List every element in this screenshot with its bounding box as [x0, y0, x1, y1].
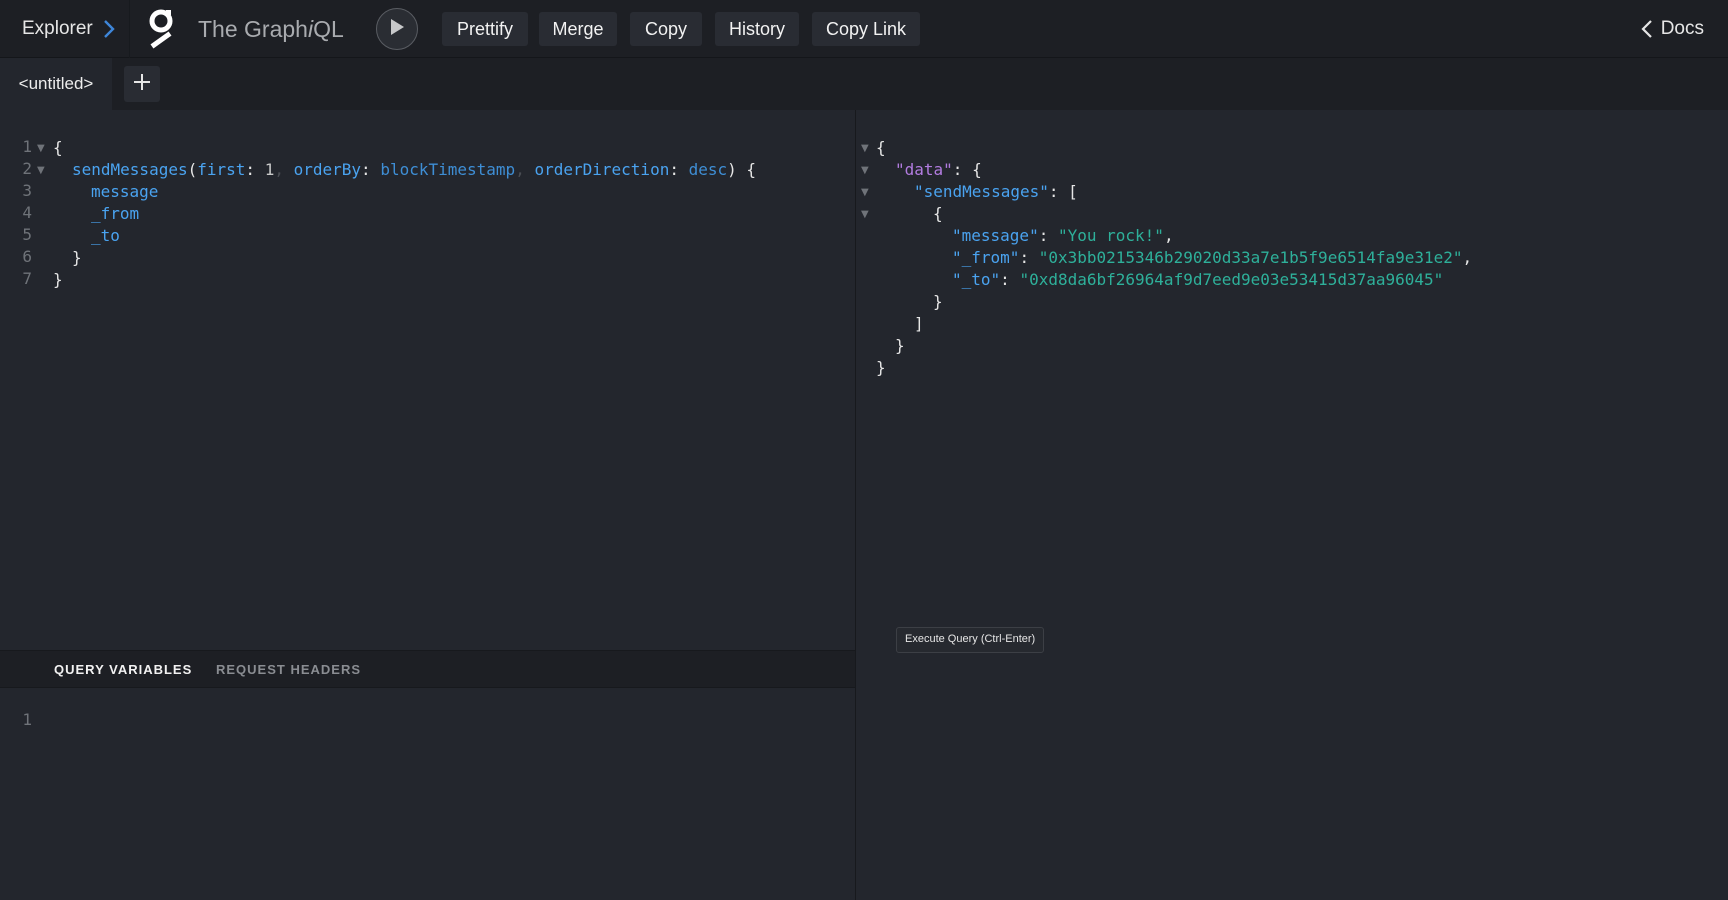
line-number: 1	[22, 137, 32, 156]
graph-logo-icon	[146, 7, 178, 49]
line-number: 6	[22, 247, 32, 266]
code-line: }	[895, 336, 905, 355]
query-editor[interactable]: 1 2 3 4 5 6 7 ▼ ▼ { sendMessages(first: …	[0, 110, 855, 650]
line-number: 4	[22, 203, 32, 222]
execute-query-button[interactable]	[376, 8, 418, 50]
code-line: ]	[914, 314, 924, 333]
chevron-right-icon	[103, 19, 115, 39]
line-number: 7	[22, 269, 32, 288]
line-number: 1	[22, 710, 32, 729]
line-number: 5	[22, 225, 32, 244]
code-line: }	[876, 358, 886, 377]
code-line: "_from": "0x3bb0215346b29020d33a7e1b5f9e…	[952, 248, 1473, 267]
fold-arrow-icon[interactable]: ▼	[861, 143, 869, 154]
code-line: "message": "You rock!",	[952, 226, 1174, 245]
add-tab-button[interactable]	[124, 66, 160, 102]
docs-button[interactable]: Docs	[1641, 0, 1704, 58]
variables-header: QUERY VARIABLES REQUEST HEADERS	[0, 650, 855, 688]
play-icon	[388, 17, 406, 42]
tab-request-headers[interactable]: REQUEST HEADERS	[216, 662, 361, 677]
code-line: sendMessages(first: 1, orderBy: blockTim…	[72, 160, 757, 179]
code-line: "data": {	[895, 160, 982, 179]
copy-button[interactable]: Copy	[630, 12, 702, 46]
fold-arrow-icon[interactable]: ▼	[861, 187, 869, 198]
explorer-button[interactable]: Explorer	[0, 0, 130, 58]
copy-link-button[interactable]: Copy Link	[812, 12, 920, 46]
fold-arrow-icon[interactable]: ▼	[37, 165, 45, 176]
merge-button[interactable]: Merge	[539, 12, 617, 46]
fold-arrow-icon[interactable]: ▼	[861, 165, 869, 176]
code-line: message	[91, 182, 159, 201]
tab-bar: <untitled>	[0, 58, 1728, 110]
code-line: }	[53, 270, 63, 289]
execute-query-tooltip: Execute Query (Ctrl-Enter)	[896, 627, 1045, 653]
explorer-label: Explorer	[22, 18, 93, 39]
history-button[interactable]: History	[715, 12, 799, 46]
fold-arrow-icon[interactable]: ▼	[37, 143, 45, 154]
chevron-left-icon	[1641, 19, 1653, 39]
plus-icon	[133, 73, 151, 96]
app-title: The GraphiQL	[198, 16, 344, 42]
fold-arrow-icon[interactable]: ▼	[861, 209, 869, 220]
variables-editor[interactable]: 1	[0, 688, 855, 900]
docs-label: Docs	[1660, 18, 1704, 39]
code-line: "_to": "0xd8da6bf26964af9d7eed9e03e53415…	[952, 270, 1444, 289]
code-line: }	[933, 292, 943, 311]
code-line: {	[876, 138, 886, 157]
tab-untitled[interactable]: <untitled>	[0, 58, 112, 110]
line-number: 2	[22, 159, 32, 178]
code-line: }	[72, 248, 82, 267]
code-line: _from	[91, 204, 140, 223]
line-number: 3	[22, 181, 32, 200]
code-line: {	[53, 138, 63, 157]
code-line: {	[933, 204, 943, 223]
result-code: { "data": { "sendMessages": [ { "message…	[876, 137, 1472, 384]
prettify-button[interactable]: Prettify	[442, 12, 528, 46]
code-line: "sendMessages": [	[914, 182, 1078, 201]
tab-query-variables[interactable]: QUERY VARIABLES	[54, 662, 192, 677]
result-viewer: ▼ ▼ ▼ ▼ { "data": { "sendMessages": [ { …	[856, 110, 1728, 900]
code-line: _to	[91, 226, 120, 245]
query-code: { sendMessages(first: 1, orderBy: blockT…	[53, 137, 756, 308]
toolbar: Explorer The GraphiQL Prettify Merge Cop…	[0, 0, 1728, 58]
